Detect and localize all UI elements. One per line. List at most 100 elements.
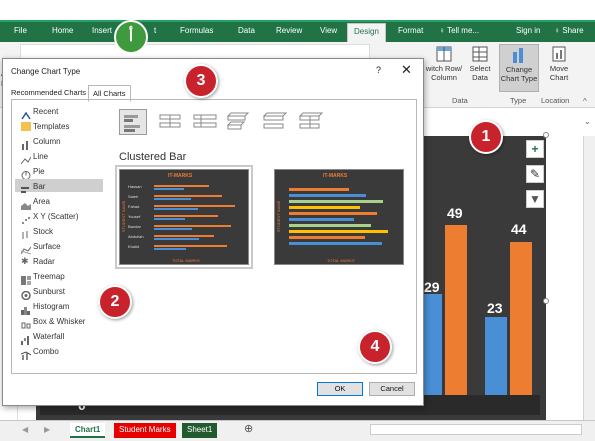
- data-label-value: 29: [424, 279, 440, 295]
- share-button[interactable]: ♀ Share: [554, 26, 584, 35]
- move-chart-button[interactable]: Move Chart: [543, 46, 575, 82]
- chart-filter-icon[interactable]: ▼: [526, 190, 544, 208]
- sign-in-link[interactable]: Sign in: [516, 26, 540, 35]
- tab-page-layout[interactable]: t: [154, 26, 156, 35]
- chart-type-sunburst[interactable]: Sunburst: [33, 287, 65, 296]
- tab-data[interactable]: Data: [238, 26, 255, 35]
- group-location-label: Location: [541, 96, 570, 105]
- chart-bar-blue-2[interactable]: [485, 317, 507, 395]
- preview-bar: [289, 212, 377, 215]
- scroll-right-icon[interactable]: ▶: [44, 425, 50, 434]
- horizontal-scrollbar[interactable]: [370, 424, 582, 435]
- tell-me-search[interactable]: ♀ Tell me...: [439, 26, 479, 35]
- column-chart-icon: [21, 137, 31, 150]
- select-data-icon: [471, 46, 489, 62]
- preview-bar: [154, 195, 222, 197]
- 3d-stacked-bar-subtype-button[interactable]: [261, 109, 289, 135]
- chart-type-combo[interactable]: Combo: [33, 347, 59, 356]
- resize-handle[interactable]: [543, 132, 549, 138]
- change-chart-label-1: Change: [505, 65, 533, 74]
- chart-preview-option-2[interactable]: IT-MARKS STUDENT NAME TOTAL MARKS: [274, 169, 404, 265]
- stacked-bar-subtype-button[interactable]: [157, 109, 185, 135]
- 100-stacked-bar-subtype-button[interactable]: [191, 109, 219, 135]
- add-sheet-button[interactable]: ⊕: [244, 422, 253, 435]
- box-whisker-chart-icon: [21, 317, 31, 329]
- scroll-left-icon[interactable]: ◀: [22, 425, 28, 434]
- move-chart-icon: [550, 46, 568, 62]
- select-data-button[interactable]: Select Data: [464, 46, 496, 82]
- sheet-tab-student-marks[interactable]: Student Marks: [114, 423, 176, 438]
- data-label-value: 49: [447, 205, 463, 221]
- tab-file[interactable]: File: [14, 26, 27, 35]
- chart-preview-option-1[interactable]: IT-MARKS STUDENT NAME Hassan Saleh Fahad Yo…: [115, 165, 253, 269]
- person-icon: ♀: [554, 26, 560, 35]
- subtype-heading: Clustered Bar: [119, 151, 187, 163]
- tab-review[interactable]: Review: [276, 26, 302, 35]
- preview-x-axis-label: TOTAL MARKS: [327, 258, 355, 263]
- preview-bar: [154, 188, 184, 190]
- chart-bar-orange-2[interactable]: [510, 242, 532, 395]
- chart-styles-brush-icon[interactable]: ✎: [526, 165, 544, 183]
- step-badge-4: 4: [358, 330, 392, 364]
- cancel-button[interactable]: Cancel: [369, 382, 415, 396]
- resize-handle[interactable]: [543, 298, 549, 304]
- chart-type-pie[interactable]: Pie: [33, 167, 45, 176]
- chart-type-treemap[interactable]: Treemap: [33, 272, 65, 281]
- chart-type-box-whisker[interactable]: Box & Whisker: [33, 317, 85, 326]
- area-chart-icon: [21, 197, 31, 210]
- chart-bar-orange-1[interactable]: [445, 225, 467, 395]
- chart-type-stock[interactable]: Stock: [33, 227, 53, 236]
- tab-insert[interactable]: Insert: [92, 26, 112, 35]
- chart-type-column[interactable]: Column: [33, 137, 61, 146]
- collapse-ribbon-icon[interactable]: ^: [583, 97, 587, 106]
- clustered-bar-icon: [124, 115, 140, 132]
- chart-type-line[interactable]: Line: [33, 152, 48, 161]
- tab-design[interactable]: Design: [347, 23, 386, 42]
- switch-row-column-button[interactable]: witch Row/ Column: [424, 46, 464, 82]
- vertical-scrollbar[interactable]: [583, 136, 595, 420]
- chart-bar-blue-1[interactable]: [422, 294, 442, 395]
- excel-window: File Home Insert t Formulas Data Review …: [0, 0, 595, 441]
- chart-type-templates[interactable]: Templates: [33, 122, 69, 131]
- preview-bar: [154, 235, 214, 237]
- switch-row-label-2: Column: [431, 73, 457, 82]
- chart-type-recent[interactable]: Recent: [33, 107, 58, 116]
- preview-title: IT-MARKS: [168, 173, 193, 179]
- preview-bar: [289, 188, 349, 191]
- sheet-tab-chart1[interactable]: Chart1: [70, 423, 106, 438]
- chart-type-area[interactable]: Area: [33, 197, 50, 206]
- change-chart-type-button[interactable]: Change Chart Type: [499, 44, 539, 92]
- chart-type-radar[interactable]: Radar: [33, 257, 55, 266]
- tab-formulas[interactable]: Formulas: [180, 26, 213, 35]
- chart-type-surface[interactable]: Surface: [33, 242, 61, 251]
- help-button[interactable]: ?: [376, 65, 381, 75]
- sheet-tab-sheet1[interactable]: Sheet1: [182, 423, 218, 438]
- tab-recommended-charts[interactable]: Recommended Charts: [7, 85, 90, 100]
- stock-chart-icon: [21, 227, 31, 239]
- ok-button[interactable]: OK: [317, 382, 363, 396]
- 3d-100-stacked-bar-subtype-button[interactable]: [297, 109, 325, 135]
- chart-elements-plus-icon[interactable]: +: [526, 140, 544, 158]
- group-data-label: Data: [452, 96, 468, 105]
- chart-type-xy-scatter[interactable]: X Y (Scatter): [33, 212, 79, 221]
- dialog-title: Change Chart Type: [11, 67, 81, 76]
- title-bar: [0, 0, 595, 22]
- chevron-down-icon[interactable]: ⌄: [584, 117, 591, 126]
- preview-bar: [289, 206, 360, 209]
- tab-format[interactable]: Format: [398, 26, 423, 35]
- pie-chart-icon: [21, 167, 31, 180]
- folder-icon: [21, 122, 31, 131]
- preview-bar: [289, 230, 388, 233]
- tab-view[interactable]: View: [320, 26, 337, 35]
- close-button[interactable]: ✕: [401, 62, 412, 78]
- chart-type-bar[interactable]: Bar: [33, 182, 45, 191]
- combo-chart-icon: [20, 347, 32, 360]
- chart-type-histogram[interactable]: Histogram: [33, 302, 69, 311]
- waterfall-chart-icon: [21, 332, 31, 345]
- 3d-clustered-bar-subtype-button[interactable]: [225, 109, 253, 135]
- clustered-bar-subtype-button[interactable]: [119, 109, 147, 135]
- preview-bar: [154, 205, 235, 207]
- tab-home[interactable]: Home: [52, 26, 73, 35]
- chart-type-waterfall[interactable]: Waterfall: [33, 332, 64, 341]
- step-badge-3: 3: [184, 64, 218, 98]
